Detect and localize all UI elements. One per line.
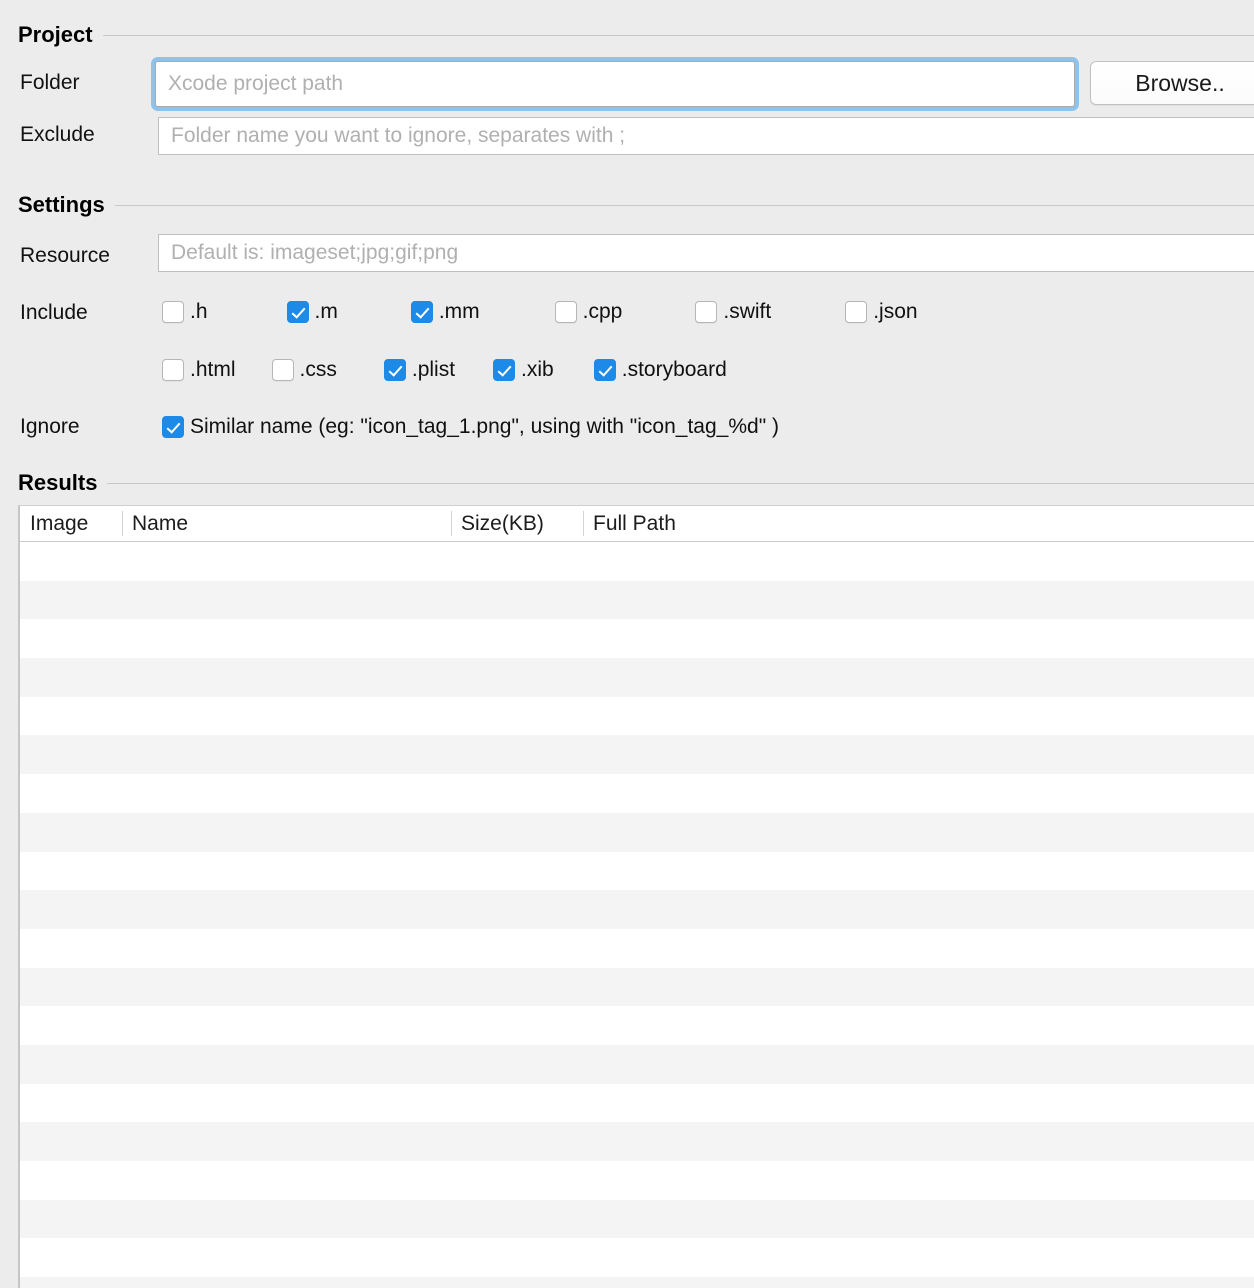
table-row[interactable] xyxy=(20,580,1254,620)
table-row[interactable] xyxy=(20,658,1254,697)
folder-input[interactable]: Xcode project path xyxy=(155,61,1075,107)
results-table-body[interactable] xyxy=(20,542,1254,1288)
ignore-checkbox-row: Similar name (eg: "icon_tag_1.png", usin… xyxy=(162,415,779,439)
checkbox-css[interactable]: .css xyxy=(271,358,337,382)
section-title-project: Project xyxy=(18,22,93,47)
table-row[interactable] xyxy=(20,735,1254,775)
checkbox-plist-box[interactable] xyxy=(383,359,406,381)
checkbox-json-label: .json xyxy=(873,300,918,323)
table-row[interactable] xyxy=(20,1161,1254,1200)
checkbox-swift[interactable]: .swift xyxy=(695,300,771,324)
table-row[interactable] xyxy=(20,542,1254,581)
column-header-label: Name xyxy=(132,511,189,535)
browse-button-label: Browse.. xyxy=(1135,69,1225,96)
section-title-results: Results xyxy=(18,470,98,495)
table-row[interactable] xyxy=(20,1238,1254,1278)
table-row[interactable] xyxy=(20,1006,1254,1045)
checkbox-mm-label: .mm xyxy=(438,300,480,323)
folder-input-placeholder: Xcode project path xyxy=(168,72,344,95)
column-divider[interactable] xyxy=(451,511,452,536)
include-checkbox-row-2: .html .css .plist .xib .storyboard xyxy=(162,358,727,382)
checkbox-similar-name-box[interactable] xyxy=(162,416,184,438)
checkbox-html-box[interactable] xyxy=(162,359,184,381)
checkbox-m[interactable]: .m xyxy=(286,300,338,324)
results-table[interactable]: Image Name Size(KB) Full Path xyxy=(18,505,1254,1288)
checkbox-json[interactable]: .json xyxy=(845,300,918,324)
section-header-project: Project xyxy=(0,22,1254,48)
checkbox-swift-box[interactable] xyxy=(695,301,718,323)
checkbox-json-box[interactable] xyxy=(845,301,868,323)
checkbox-similar-name-label: Similar name (eg: "icon_tag_1.png", usin… xyxy=(190,415,779,438)
checkbox-cpp-label: .cpp xyxy=(582,300,623,323)
section-rule-project xyxy=(102,34,1254,36)
checkbox-h[interactable]: .h xyxy=(162,300,208,324)
table-row[interactable] xyxy=(20,812,1254,852)
section-title-settings: Settings xyxy=(18,192,105,217)
checkbox-plist-label: .plist xyxy=(411,358,456,381)
resource-input-placeholder: Default is: imageset;jpg;gif;png xyxy=(171,241,459,264)
results-table-header: Image Name Size(KB) Full Path xyxy=(20,506,1254,542)
column-divider[interactable] xyxy=(122,511,123,536)
checkbox-plist[interactable]: .plist xyxy=(383,358,456,382)
table-row[interactable] xyxy=(20,1122,1254,1161)
column-header-label: Full Path xyxy=(593,511,676,535)
checkbox-storyboard-label: .storyboard xyxy=(621,358,727,381)
column-header-size-kb[interactable]: Size(KB) xyxy=(451,506,583,541)
column-header-full-path[interactable]: Full Path xyxy=(583,506,1238,541)
ignore-label: Ignore xyxy=(20,415,80,438)
resource-label: Resource xyxy=(20,244,110,267)
exclude-input-placeholder: Folder name you want to ignore, separate… xyxy=(171,124,626,147)
section-header-settings: Settings xyxy=(0,192,1254,218)
table-row[interactable] xyxy=(20,890,1254,929)
include-checkbox-row-1: .h .m .mm .cpp .swift .json xyxy=(162,300,918,324)
checkbox-cpp-box[interactable] xyxy=(554,301,577,323)
browse-button[interactable]: Browse.. xyxy=(1090,61,1254,105)
table-row[interactable] xyxy=(20,1277,1254,1288)
folder-label: Folder xyxy=(20,71,80,94)
table-row[interactable] xyxy=(20,928,1254,968)
column-header-label: Image xyxy=(30,511,89,535)
checkbox-html-label: .html xyxy=(190,358,236,381)
table-row[interactable] xyxy=(20,1199,1254,1239)
table-row[interactable] xyxy=(20,1044,1254,1084)
column-header-name[interactable]: Name xyxy=(122,506,451,541)
table-row[interactable] xyxy=(20,696,1254,736)
checkbox-xib-label: .xib xyxy=(521,358,554,381)
checkbox-mm-box[interactable] xyxy=(410,301,433,323)
table-row[interactable] xyxy=(20,967,1254,1007)
exclude-input[interactable]: Folder name you want to ignore, separate… xyxy=(158,117,1254,155)
resource-input[interactable]: Default is: imageset;jpg;gif;png xyxy=(158,234,1254,272)
include-label: Include xyxy=(20,301,88,324)
checkbox-storyboard-box[interactable] xyxy=(593,359,616,381)
column-divider[interactable] xyxy=(583,511,584,536)
checkbox-h-label: .h xyxy=(190,300,208,323)
checkbox-similar-name[interactable]: Similar name (eg: "icon_tag_1.png", usin… xyxy=(162,415,779,439)
column-header-image[interactable]: Image xyxy=(20,506,122,541)
checkbox-swift-label: .swift xyxy=(723,300,772,323)
checkbox-m-box[interactable] xyxy=(286,301,309,323)
checkbox-css-label: .css xyxy=(299,358,337,381)
checkbox-html[interactable]: .html xyxy=(162,358,236,382)
exclude-label: Exclude xyxy=(20,123,95,146)
table-row[interactable] xyxy=(20,851,1254,891)
section-header-results: Results xyxy=(0,470,1254,496)
checkbox-mm[interactable]: .mm xyxy=(410,300,480,324)
section-rule-settings xyxy=(114,204,1254,206)
table-row[interactable] xyxy=(20,619,1254,659)
table-row[interactable] xyxy=(20,774,1254,813)
checkbox-storyboard[interactable]: .storyboard xyxy=(593,358,727,382)
column-header-label: Size(KB) xyxy=(461,511,544,535)
checkbox-cpp[interactable]: .cpp xyxy=(554,300,623,324)
table-row[interactable] xyxy=(20,1083,1254,1123)
section-rule-results xyxy=(107,482,1254,484)
checkbox-m-label: .m xyxy=(314,300,338,323)
checkbox-css-box[interactable] xyxy=(271,359,294,381)
checkbox-xib-box[interactable] xyxy=(493,359,516,381)
checkbox-xib[interactable]: .xib xyxy=(493,358,554,382)
checkbox-h-box[interactable] xyxy=(162,301,184,323)
